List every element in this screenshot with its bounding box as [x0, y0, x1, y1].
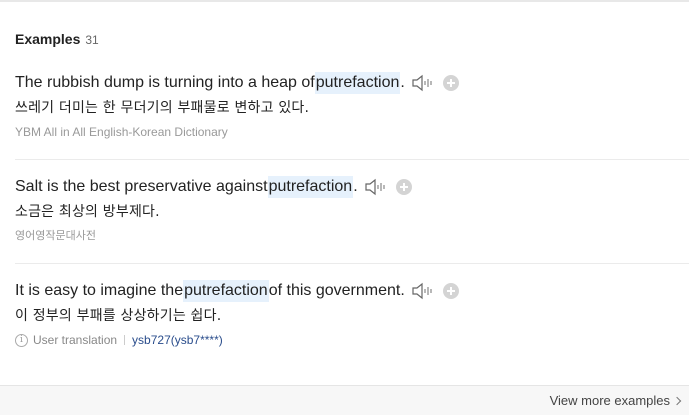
example-source: i User translation ysb727(ysb7****) [15, 332, 689, 348]
example-item: Salt is the best preservative against pu… [15, 176, 689, 244]
example-source: 영어영작문대사전 [15, 228, 689, 244]
sentence-text: It is easy to imagine the [15, 282, 184, 299]
source-label: 영어영작문대사전 [15, 229, 96, 242]
example-translation: 이 정부의 부패를 상상하기는 쉽다. [15, 308, 222, 324]
example-sentence: The rubbish dump is turning into a heap … [15, 72, 689, 94]
add-to-wordbook-icon[interactable] [442, 75, 459, 91]
example-divider [15, 263, 689, 264]
add-to-wordbook-icon[interactable] [395, 179, 412, 195]
examples-count: 31 [85, 33, 99, 47]
top-divider [0, 0, 689, 2]
speaker-icon[interactable] [411, 74, 435, 92]
highlighted-term: putrefaction [314, 72, 401, 94]
examples-panel: Examples 31 The rubbish dump is turning … [0, 0, 689, 415]
example-item: It is easy to imagine the putrefaction o… [15, 280, 689, 348]
example-sentence: It is easy to imagine the putrefaction o… [15, 280, 689, 302]
highlighted-term: putrefaction [183, 280, 269, 302]
examples-header: Examples 31 [15, 31, 99, 49]
source-label: YBM All in All English-Korean Dictionary [15, 125, 228, 139]
view-more-examples-link[interactable]: View more examples [549, 393, 682, 408]
example-item: The rubbish dump is turning into a heap … [15, 72, 689, 140]
info-icon[interactable]: i [15, 333, 28, 347]
example-source: YBM All in All English-Korean Dictionary [15, 124, 689, 140]
view-more-label: View more examples [549, 393, 670, 408]
add-to-wordbook-icon[interactable] [442, 283, 459, 299]
example-sentence: Salt is the best preservative against pu… [15, 176, 689, 198]
highlighted-term: putrefaction [267, 176, 354, 198]
example-translation: 쓰레기 더미는 한 무더기의 부패물로 변하고 있다. [15, 100, 310, 116]
sentence-text: The rubbish dump is turning into a heap … [15, 74, 315, 91]
sentence-text: . [400, 74, 405, 91]
separator [124, 335, 126, 345]
user-profile-link[interactable]: ysb727(ysb7****) [132, 332, 223, 348]
user-translation-label: User translation [33, 333, 118, 347]
section-title: Examples [15, 31, 81, 47]
sentence-text: Salt is the best preservative against [15, 178, 268, 195]
chevron-right-icon [672, 396, 682, 405]
speaker-icon[interactable] [364, 178, 388, 196]
example-divider [15, 159, 689, 160]
sentence-text: . [353, 178, 358, 195]
examples-footer: View more examples [0, 385, 689, 415]
speaker-icon[interactable] [411, 282, 435, 300]
example-translation: 소금은 최상의 방부제다. [15, 204, 160, 220]
sentence-text: of this government. [268, 282, 405, 299]
